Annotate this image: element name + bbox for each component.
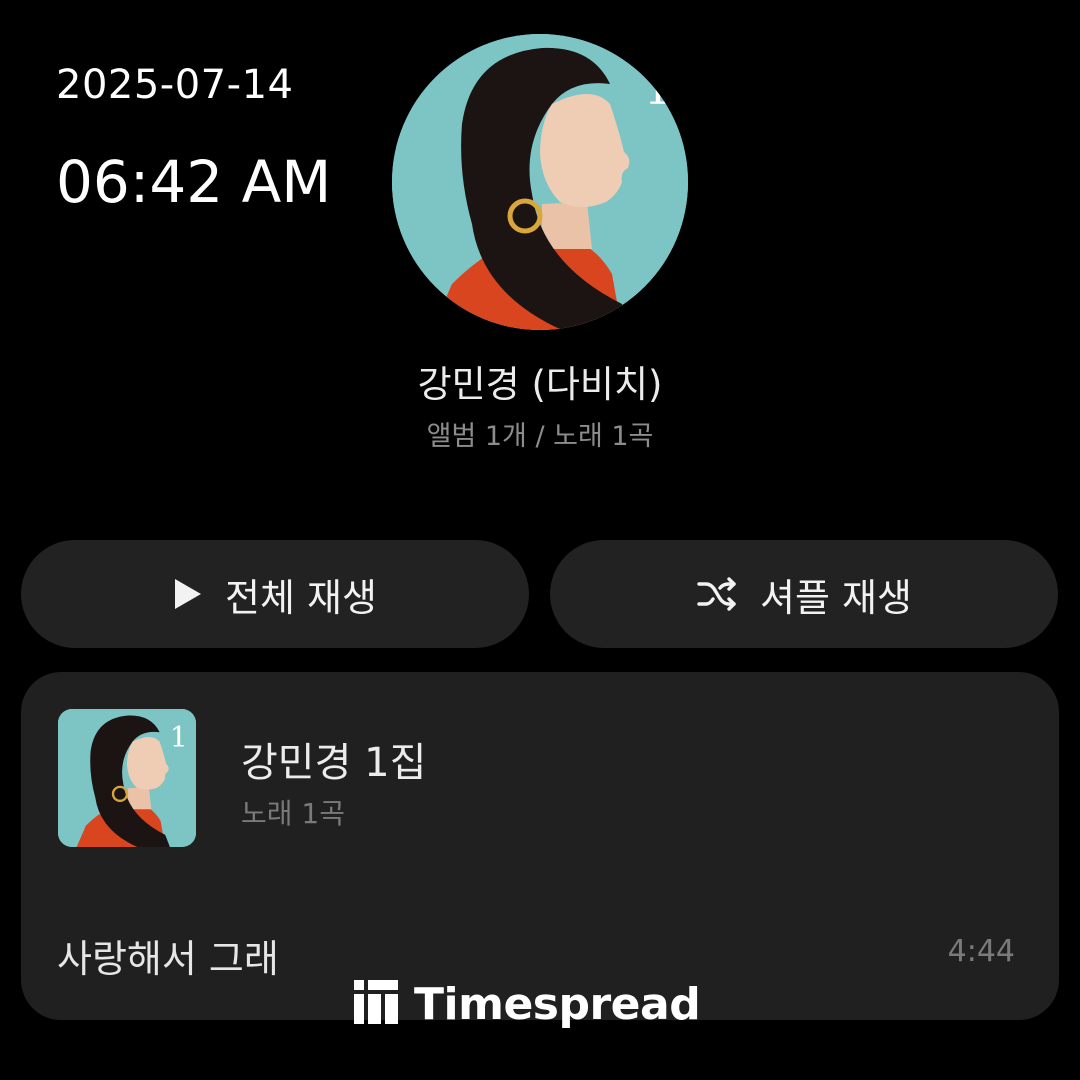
watermark-text: Timespread	[414, 978, 701, 1030]
song-duration: 4:44	[947, 934, 1015, 969]
album-cover-thumbnail: 1	[58, 709, 196, 847]
shuffle-play-button[interactable]: 셔플 재생	[550, 540, 1058, 648]
artist-meta: 앨범 1개 / 노래 1곡	[426, 421, 654, 452]
play-all-label: 전체 재생	[225, 575, 377, 620]
song-title[interactable]: 사랑해서 그래	[57, 928, 279, 983]
album-card[interactable]: 1 강민경 1집 노래 1곡 사랑해서 그래 4:44	[21, 672, 1059, 1020]
shuffle-icon	[696, 577, 738, 611]
play-icon	[173, 577, 203, 611]
album-meta: 노래 1곡	[241, 797, 345, 830]
timespread-logo-icon	[354, 980, 398, 1028]
status-time: 06:42 AM	[56, 148, 332, 216]
watermark-logo: Timespread	[354, 976, 701, 1032]
artist-detail-screen: 2025-07-14 06:42 AM 1 강민경 (다비치) 앨범 1개 / …	[0, 0, 1080, 1080]
artist-name: 강민경 (다비치)	[417, 363, 663, 406]
shuffle-play-label: 셔플 재생	[760, 575, 912, 620]
album-title: 강민경 1집	[241, 740, 427, 786]
svg-text:1: 1	[644, 64, 672, 115]
artist-cover-image: 1	[392, 34, 688, 330]
status-date: 2025-07-14	[56, 62, 294, 108]
svg-text:1: 1	[170, 720, 188, 753]
play-all-button[interactable]: 전체 재생	[21, 540, 529, 648]
